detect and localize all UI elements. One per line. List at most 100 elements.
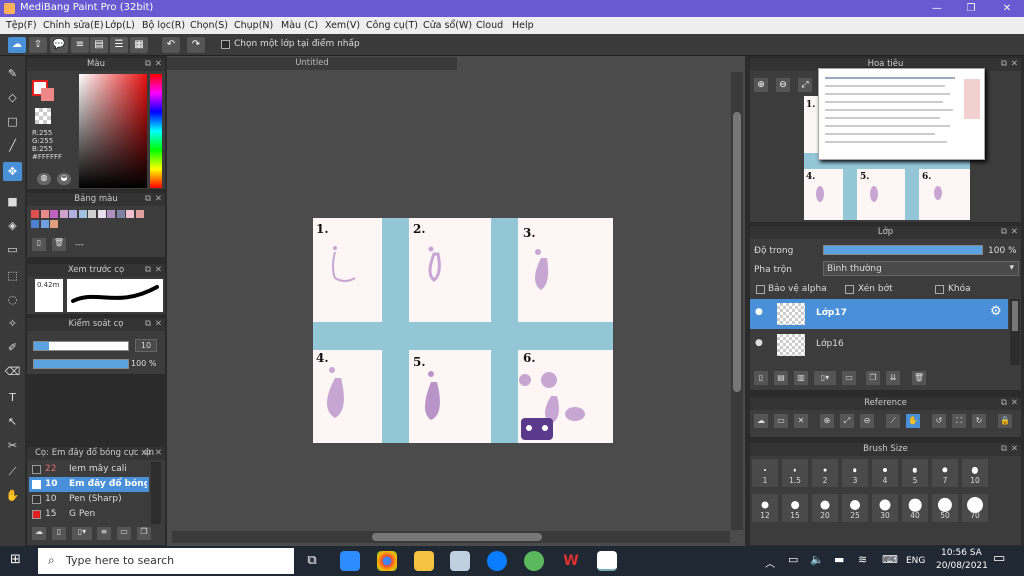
palette-swatch[interactable]	[97, 210, 106, 218]
trash-icon[interactable]: 🗑	[912, 371, 926, 385]
blend-mode-select[interactable]: Bình thường ▾	[823, 261, 1019, 276]
hue-slider[interactable]	[150, 74, 162, 188]
gradient-tool-icon[interactable]: ▭	[3, 240, 22, 259]
fit-view-icon[interactable]: ⤢	[798, 78, 812, 92]
new-palette-icon[interactable]: ▯	[32, 238, 46, 251]
minimize-button[interactable]: —	[920, 0, 954, 17]
duplicate-brush-icon[interactable]: ❐	[137, 527, 151, 540]
open-folder-icon[interactable]: ▭	[774, 414, 788, 428]
brush-size-value[interactable]: 10	[135, 339, 157, 352]
medibang-taskbar-icon[interactable]	[597, 551, 617, 571]
chrome-icon[interactable]	[377, 551, 397, 571]
brush-size-option[interactable]: 12	[751, 493, 779, 523]
close-button[interactable]: ✕	[990, 0, 1024, 17]
layer-row-selected[interactable]: ● Lớp17 ⚙	[750, 299, 1008, 329]
brush-list-scrollbar[interactable]	[151, 462, 161, 524]
brush-tool-icon[interactable]: ✎	[3, 64, 22, 83]
zoom-app-icon[interactable]	[340, 551, 360, 571]
menu-cloud[interactable]: Cloud	[476, 20, 503, 31]
volume-icon[interactable]: 🔈	[810, 553, 824, 566]
eye-icon[interactable]: ●	[755, 338, 763, 348]
brush-folder-icon[interactable]: ▭	[117, 527, 131, 540]
brush-size-option[interactable]: 25	[841, 493, 869, 523]
line-tool-icon[interactable]: ╱	[3, 136, 22, 155]
brush-size-option[interactable]: 40	[901, 493, 929, 523]
color-mode-icon[interactable]: ◒	[57, 173, 71, 185]
share-icon[interactable]: ⇪	[29, 37, 47, 53]
brush-size-option[interactable]: 5	[901, 458, 929, 488]
taskbar-search[interactable]: ⌕ Type here to search	[38, 548, 294, 574]
redo-icon[interactable]: ↷	[187, 37, 205, 53]
divide-tool-icon[interactable]: ✂	[3, 436, 22, 455]
menu-color[interactable]: Màu (C)	[281, 20, 318, 31]
zoom-out-icon[interactable]: ⊖	[860, 414, 874, 428]
layer-scrollbar[interactable]	[1010, 299, 1020, 365]
lasso-icon[interactable]: ◌	[3, 290, 22, 309]
brush-item[interactable]: 22 Iem mây cali okee	[29, 462, 149, 489]
palette-swatch[interactable]	[116, 210, 125, 218]
eyedropper-icon[interactable]: ⟋	[886, 414, 900, 428]
cloud-brush-icon[interactable]: ☁	[32, 527, 46, 540]
artboard[interactable]: 1. 2. 3. 4. 5. 6.	[313, 218, 613, 443]
close-icon[interactable]: ✕	[794, 414, 808, 428]
lock-icon[interactable]: 🔒	[998, 414, 1012, 428]
zoom-in-icon[interactable]: ⊕	[754, 78, 768, 92]
protect-alpha-checkbox[interactable]	[756, 285, 765, 294]
cloud-icon[interactable]: ☁	[8, 37, 26, 53]
new-layer-icon[interactable]: ▯	[754, 371, 768, 385]
list-icon[interactable]: ☰	[110, 37, 128, 53]
bucket-tool-icon[interactable]: ◈	[3, 216, 22, 235]
task-view-icon[interactable]: ⧉	[302, 551, 322, 571]
color-wheel-icon[interactable]: ◍	[37, 173, 51, 185]
wps-office-icon[interactable]: W	[561, 551, 581, 571]
eraser-tool-icon[interactable]: ◇	[3, 88, 22, 107]
brush-settings-icon[interactable]: ≡	[97, 527, 111, 540]
menu-view[interactable]: Xem(V)	[325, 20, 360, 31]
magic-wand-icon[interactable]: ✧	[3, 314, 22, 333]
fullscreen-icon[interactable]: ⛶	[952, 414, 966, 428]
brush-size-option[interactable]: 4	[871, 458, 899, 488]
file-explorer-icon[interactable]	[414, 551, 434, 571]
select-eraser-icon[interactable]: ⌫	[3, 362, 22, 381]
menu-edit[interactable]: Chỉnh sửa(E)	[43, 20, 104, 31]
language-indicator[interactable]: ENG	[906, 556, 925, 566]
select-rect-icon[interactable]: ⬚	[3, 266, 22, 285]
operation-tool-icon[interactable]: ↖	[3, 412, 22, 431]
menu-layer[interactable]: Lớp(L)	[105, 20, 135, 31]
brush-item[interactable]: 15 G Pen	[29, 507, 149, 522]
hand-tool-icon[interactable]: ✋	[3, 486, 22, 505]
rectangle-tool-icon[interactable]: □	[3, 112, 22, 131]
undo-icon[interactable]: ↶	[162, 37, 180, 53]
zalo-icon[interactable]	[487, 551, 507, 571]
lock-checkbox[interactable]	[935, 285, 944, 294]
zoom-in-icon[interactable]: ⊕	[820, 414, 834, 428]
transparent-swatch[interactable]	[35, 108, 51, 124]
layer-row[interactable]: ● Lớp16	[750, 330, 1008, 360]
merge-layer-icon[interactable]: ⇊	[886, 371, 900, 385]
wifi-icon[interactable]: ≋	[858, 553, 867, 566]
rotate-right-icon[interactable]: ↻	[972, 414, 986, 428]
palette-swatch[interactable]	[135, 210, 144, 218]
brush-size-option[interactable]: 1.5	[781, 458, 809, 488]
maximize-button[interactable]: ❐	[954, 0, 988, 17]
chevron-up-icon[interactable]: ︿	[765, 555, 775, 570]
brush-size-option[interactable]: 3	[841, 458, 869, 488]
palette-swatch[interactable]	[126, 210, 134, 218]
menu-window[interactable]: Cửa sổ(W)	[423, 20, 472, 31]
canvas-horizontal-scrollbar[interactable]	[172, 531, 730, 543]
delete-palette-icon[interactable]: 🗑	[52, 238, 66, 251]
clock-date[interactable]: 20/08/2021	[936, 561, 988, 571]
brush-size-option[interactable]: 30	[871, 493, 899, 523]
palette-swatch[interactable]	[69, 210, 77, 218]
layers-icon[interactable]: ≡	[71, 37, 89, 53]
rotate-left-icon[interactable]: ↺	[932, 414, 946, 428]
gear-icon[interactable]: ⚙	[990, 304, 1002, 319]
brush-size-option[interactable]: 1	[751, 458, 779, 488]
text-tool-icon[interactable]: T	[3, 388, 22, 407]
brush-item[interactable]: 10 Pen (Sharp)	[29, 492, 149, 507]
brush-size-option[interactable]: 15	[781, 493, 809, 523]
hand-icon[interactable]: ✋	[906, 414, 920, 428]
page-icon[interactable]: ▤	[90, 37, 108, 53]
clip-checkbox[interactable]	[845, 285, 854, 294]
new-brush-icon[interactable]: ▯	[52, 527, 66, 540]
